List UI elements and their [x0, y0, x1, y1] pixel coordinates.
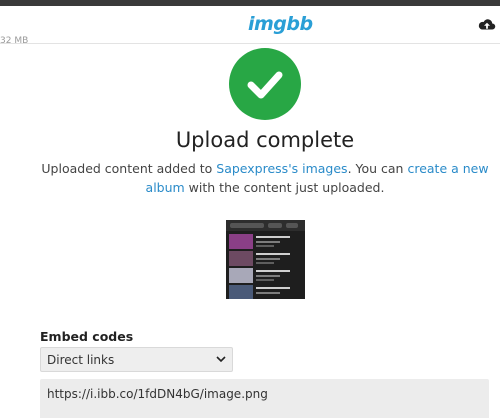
- thumbnail-pill: [286, 223, 298, 228]
- thumbnail-row-line: [256, 279, 274, 281]
- thumbnail-row-image: [229, 285, 253, 299]
- thumbnail-row-line: [256, 258, 280, 260]
- chevron-down-icon: [216, 356, 226, 363]
- thumbnail-row: [229, 251, 302, 266]
- user-images-link[interactable]: Sapexpress's images: [216, 161, 347, 176]
- thumbnail-row-line: [256, 262, 274, 264]
- thumbnail-row-image: [229, 268, 253, 283]
- site-header: imgbb: [0, 6, 500, 44]
- check-icon: [247, 71, 283, 99]
- page-title: Upload complete: [175, 128, 355, 152]
- embed-format-select[interactable]: Direct links: [40, 347, 233, 372]
- imgbb-logo[interactable]: imgbb: [248, 13, 313, 35]
- uploaded-image-thumbnail[interactable]: [226, 220, 305, 299]
- embed-code-field[interactable]: https://i.ibb.co/1fdDN4bG/image.png: [40, 379, 489, 418]
- desc-suffix: with the content just uploaded.: [184, 180, 385, 195]
- thumbnail-row-line: [256, 241, 280, 243]
- thumbnail-row-line: [256, 292, 280, 294]
- thumbnail-row-line: [256, 270, 290, 272]
- thumbnail-pill: [268, 223, 282, 228]
- embed-format-value: Direct links: [47, 353, 115, 367]
- cloud-upload-icon[interactable]: [478, 17, 496, 33]
- thumbnail-row-line: [256, 245, 274, 247]
- thumbnail-row-image: [229, 234, 253, 249]
- desc-prefix: Uploaded content added to: [41, 161, 217, 176]
- success-badge: [229, 48, 301, 120]
- embed-codes-label: Embed codes: [40, 329, 134, 344]
- thumbnail-toolbar: [226, 220, 305, 231]
- thumbnail-row-line: [256, 253, 290, 255]
- thumbnail-row: [229, 285, 302, 299]
- thumbnail-pill: [230, 223, 264, 228]
- thumbnail-row-line: [256, 236, 290, 238]
- desc-middle: . You can: [347, 161, 408, 176]
- thumbnail-row-line: [256, 287, 290, 289]
- thumbnail-row-image: [229, 251, 253, 266]
- embed-code-text: https://i.ibb.co/1fdDN4bG/image.png: [47, 387, 268, 401]
- side-text-fragment: 32 MB: [0, 36, 29, 46]
- thumbnail-row: [229, 268, 302, 283]
- thumbnail-row-line: [256, 275, 280, 277]
- thumbnail-row: [229, 234, 302, 249]
- upload-description: Uploaded content added to Sapexpress's i…: [35, 159, 495, 197]
